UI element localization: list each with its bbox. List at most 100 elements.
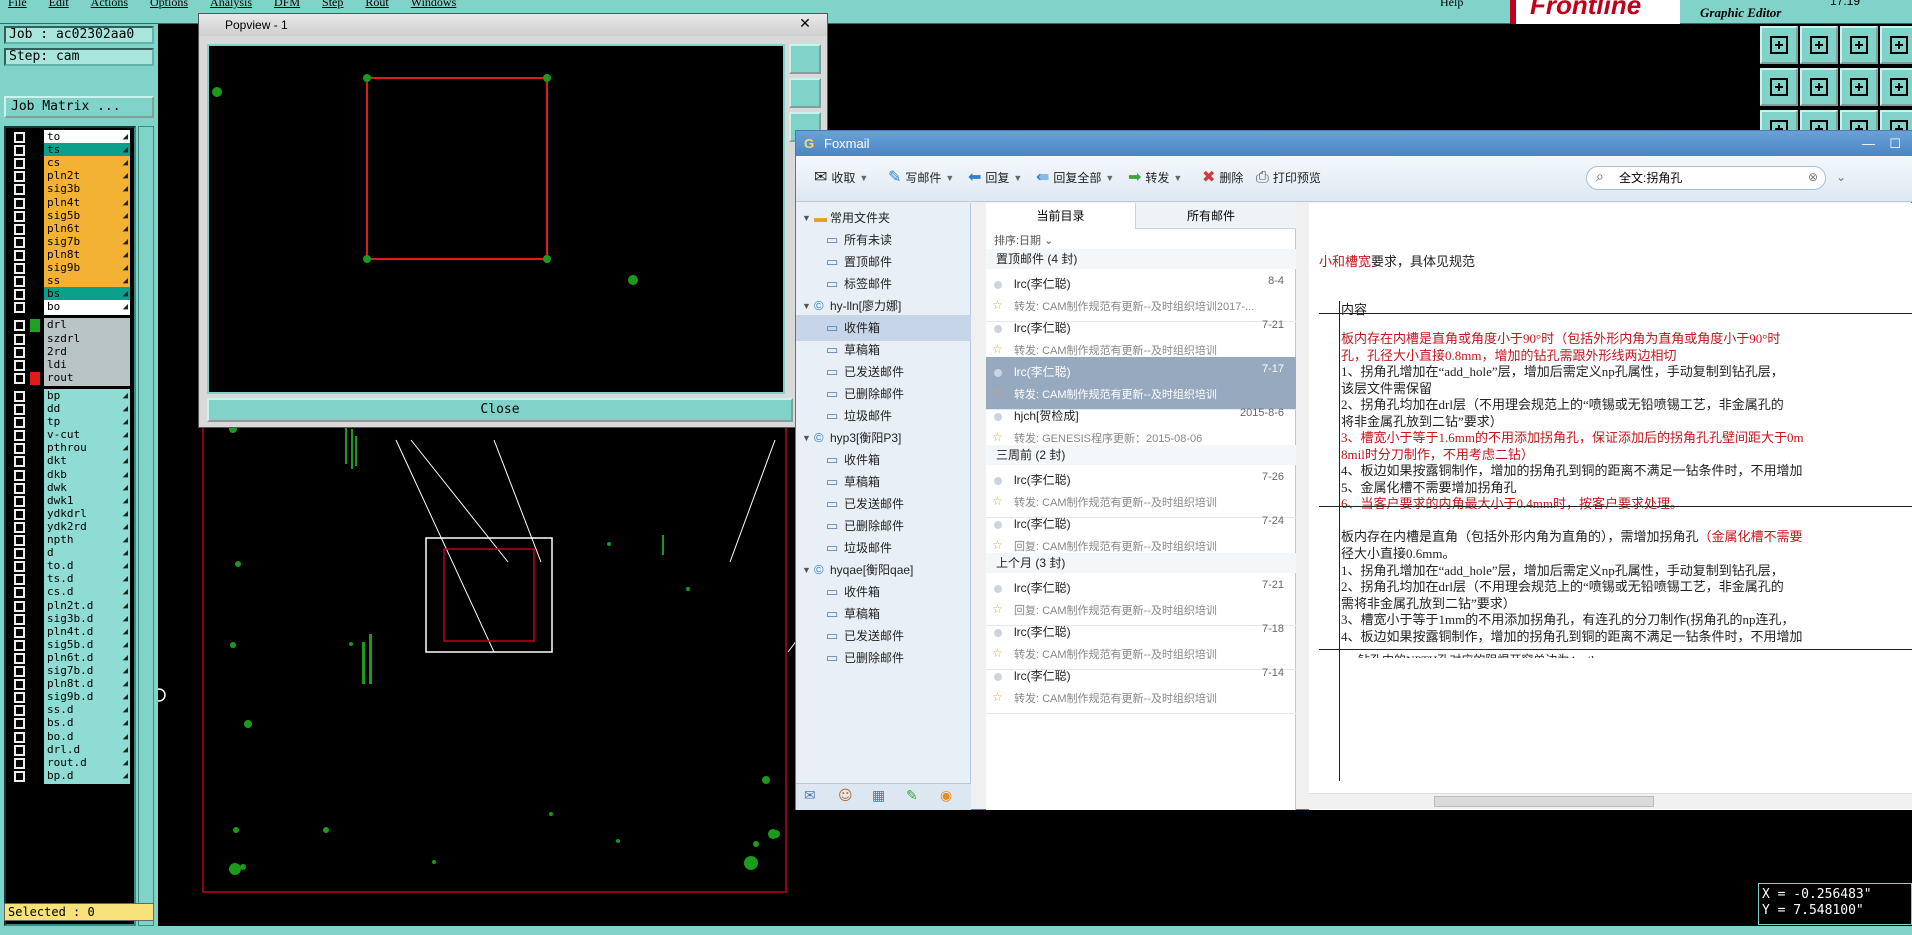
search-input[interactable]: 全文:拐角孔 xyxy=(1586,166,1826,190)
layer-checkbox[interactable] xyxy=(14,263,25,274)
delete-button[interactable]: ✖ 删除 xyxy=(1202,166,1243,190)
star-icon[interactable]: ☆ xyxy=(992,538,1003,552)
popview-close-button[interactable]: Close xyxy=(207,398,793,422)
menu-help[interactable]: Help xyxy=(1440,0,1463,8)
layer-checkbox[interactable] xyxy=(14,639,25,651)
step-left-icon[interactable] xyxy=(1760,68,1798,106)
print-preview-button[interactable]: ⎙ 打印预览 xyxy=(1256,166,1321,190)
layer-checkbox[interactable] xyxy=(14,548,25,560)
message-group-header[interactable]: 上个月 (3 封) xyxy=(986,553,1296,573)
layer-checkbox[interactable] xyxy=(14,731,25,743)
layer-checkbox[interactable] xyxy=(14,320,25,332)
layer-checkbox[interactable] xyxy=(14,587,25,599)
mail-icon[interactable]: ✉ xyxy=(804,788,816,804)
star-icon[interactable]: ☆ xyxy=(992,386,1003,400)
menu-options[interactable]: Options xyxy=(150,0,188,12)
receive-button[interactable]: ✉ 收取 ▼ xyxy=(814,166,868,190)
layer-checkbox[interactable] xyxy=(14,456,25,468)
layer-checkbox[interactable] xyxy=(14,158,25,170)
reply-all-button[interactable]: ⇚ 回复全部 ▼ xyxy=(1036,166,1114,190)
step-right-icon[interactable] xyxy=(1800,68,1838,106)
message-row[interactable]: lrc(李仁聪) 7-14 ☆ 转发: CAM制作规范有更新--及时组织培训 xyxy=(986,661,1296,714)
star-icon[interactable]: ☆ xyxy=(992,690,1003,704)
menu-windows[interactable]: Windows xyxy=(411,0,457,12)
rss-icon[interactable]: ◉ xyxy=(940,788,952,804)
tab-current-folder[interactable]: 当前目录 xyxy=(986,203,1136,229)
calendar-icon[interactable]: ▦ xyxy=(872,788,885,804)
menu-file[interactable]: File xyxy=(8,0,27,12)
layer-checkbox[interactable] xyxy=(14,613,25,625)
layer-checkbox[interactable] xyxy=(14,417,25,429)
layer-checkbox[interactable] xyxy=(14,718,25,730)
contacts-icon[interactable]: ☺ xyxy=(838,788,853,804)
panel-icon[interactable] xyxy=(1880,26,1912,64)
menu-step[interactable]: Step xyxy=(322,0,343,12)
popview-titlebar[interactable]: Popview - 1 xyxy=(199,14,827,36)
close-icon[interactable]: ✕ xyxy=(793,15,817,33)
star-icon[interactable]: ☆ xyxy=(992,646,1003,660)
layer-checkbox[interactable] xyxy=(14,744,25,756)
maximize-icon[interactable]: ☐ xyxy=(1889,131,1901,156)
layer-checkbox[interactable] xyxy=(14,443,25,455)
mirror-icon[interactable] xyxy=(1880,68,1912,106)
step-down-icon[interactable] xyxy=(1800,26,1838,64)
layer-checkbox[interactable] xyxy=(14,171,25,183)
layer-checkbox[interactable] xyxy=(14,184,25,196)
layer-checkbox[interactable] xyxy=(14,289,25,301)
clear-search-icon[interactable]: ⊗ xyxy=(1808,170,1818,184)
layer-checkbox[interactable] xyxy=(14,210,25,222)
layer-checkbox[interactable] xyxy=(14,679,25,691)
layer-checkbox[interactable] xyxy=(14,521,25,533)
home-icon[interactable] xyxy=(1840,26,1878,64)
layer-checkbox[interactable] xyxy=(14,705,25,717)
layer-checkbox[interactable] xyxy=(14,346,25,358)
tab-all-mail[interactable]: 所有邮件 xyxy=(1136,203,1286,229)
reply-button[interactable]: ⬅ 回复 ▼ xyxy=(968,166,1022,190)
layer-list-scrollbar[interactable] xyxy=(138,126,154,926)
folder-item[interactable]: ▭ 已删除邮件 xyxy=(796,645,971,671)
layer-checkbox[interactable] xyxy=(14,333,25,345)
layer-checkbox[interactable] xyxy=(14,508,25,520)
layer-checkbox[interactable] xyxy=(14,372,25,384)
layer-checkbox[interactable] xyxy=(14,197,25,209)
layer-checkbox[interactable] xyxy=(14,600,25,612)
layer-checkbox[interactable] xyxy=(14,495,25,507)
star-icon[interactable]: ☆ xyxy=(992,342,1003,356)
menu-rout[interactable]: Rout xyxy=(365,0,388,12)
compose-button[interactable]: ✎ 写邮件 ▼ xyxy=(888,166,954,190)
layer-row[interactable]: bo ◢ xyxy=(8,300,132,316)
layer-checkbox[interactable] xyxy=(14,469,25,481)
layer-checkbox[interactable] xyxy=(14,626,25,638)
layer-checkbox[interactable] xyxy=(14,404,25,415)
layer-checkbox[interactable] xyxy=(14,757,25,769)
layer-checkbox[interactable] xyxy=(14,561,25,573)
layer-row[interactable]: bp.d ◢ xyxy=(8,768,132,784)
layer-checkbox[interactable] xyxy=(14,145,25,157)
layer-row[interactable]: rout xyxy=(8,370,132,386)
foxmail-titlebar[interactable]: G Foxmail — ☐ xyxy=(796,131,1912,156)
layer-checkbox[interactable] xyxy=(14,236,25,248)
layer-checkbox[interactable] xyxy=(14,276,25,288)
layer-checkbox[interactable] xyxy=(14,770,25,782)
menu-edit[interactable]: Edit xyxy=(49,0,69,12)
popview-zoom-icon[interactable] xyxy=(789,44,821,74)
step-up-icon[interactable] xyxy=(1760,26,1798,64)
layer-checkbox[interactable] xyxy=(14,390,25,402)
layer-checkbox[interactable] xyxy=(14,652,25,664)
layer-checkbox[interactable] xyxy=(14,223,25,235)
message-group-header[interactable]: 置顶邮件 (4 封) xyxy=(986,249,1296,269)
notes-icon[interactable]: ✎ xyxy=(906,788,918,804)
layer-checkbox[interactable] xyxy=(14,430,25,442)
popview-home-icon[interactable] xyxy=(789,78,821,108)
star-icon[interactable]: ☆ xyxy=(992,494,1003,508)
scrollbar-thumb[interactable] xyxy=(1434,796,1654,807)
menu-analysis[interactable]: Analysis xyxy=(210,0,252,12)
star-icon[interactable]: ☆ xyxy=(992,602,1003,616)
rotate-icon[interactable] xyxy=(1840,68,1878,106)
layer-checkbox[interactable] xyxy=(14,535,25,546)
menu-dfm[interactable]: DFM xyxy=(274,0,300,12)
star-icon[interactable]: ☆ xyxy=(992,430,1003,444)
layer-checkbox[interactable] xyxy=(14,482,25,494)
minimize-icon[interactable]: — xyxy=(1862,131,1875,156)
popview-canvas[interactable] xyxy=(207,44,785,394)
